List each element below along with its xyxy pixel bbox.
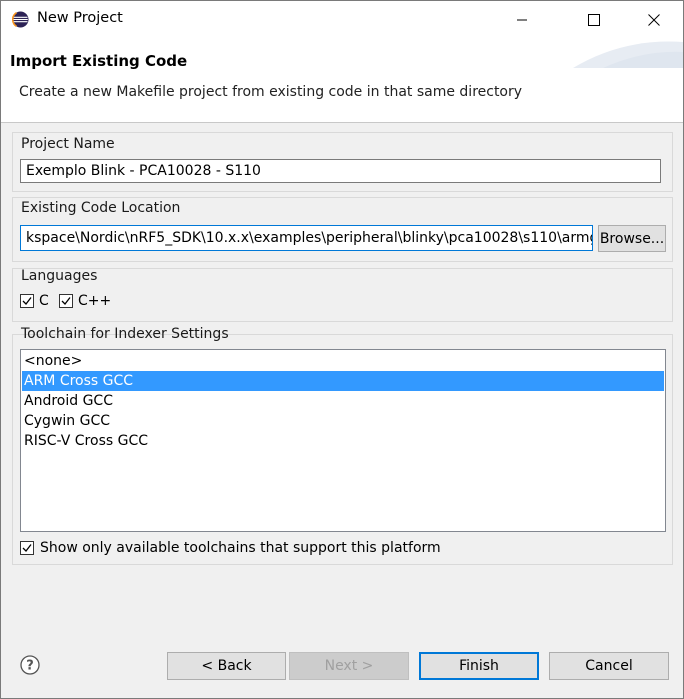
page-title: Import Existing Code bbox=[10, 52, 188, 70]
svg-text:?: ? bbox=[26, 659, 34, 674]
project-name-label: Project Name bbox=[21, 136, 115, 152]
code-location-input[interactable]: kspace\Nordic\nRF5_SDK\10.x.x\examples\p… bbox=[20, 225, 593, 251]
close-icon bbox=[648, 13, 660, 26]
cancel-button[interactable]: Cancel bbox=[549, 652, 669, 680]
checkmark-icon bbox=[61, 297, 71, 305]
language-c-checkbox[interactable] bbox=[20, 294, 34, 308]
minimize-icon bbox=[517, 19, 527, 20]
maximize-button[interactable] bbox=[571, 1, 617, 38]
header-decoration bbox=[573, 41, 683, 68]
close-button[interactable] bbox=[631, 1, 677, 38]
checkmark-icon bbox=[22, 544, 32, 552]
toolchain-item-riscv-cross-gcc[interactable]: RISC-V Cross GCC bbox=[22, 431, 664, 451]
help-icon[interactable]: ? bbox=[20, 655, 40, 675]
back-button[interactable]: < Back bbox=[167, 652, 286, 680]
language-c-label: C bbox=[39, 293, 49, 309]
toolchain-item-android-gcc[interactable]: Android GCC bbox=[22, 391, 664, 411]
toolchain-label: Toolchain for Indexer Settings bbox=[21, 326, 229, 342]
language-cpp-checkbox[interactable] bbox=[59, 294, 73, 308]
title-bar[interactable]: New Project bbox=[1, 1, 683, 38]
next-button[interactable]: Next > bbox=[289, 652, 409, 680]
finish-button[interactable]: Finish bbox=[419, 652, 539, 680]
maximize-icon bbox=[588, 13, 600, 26]
project-name-input[interactable]: Exemplo Blink - PCA10028 - S110 bbox=[20, 159, 661, 183]
new-project-dialog: New Project Import Existing Code Create … bbox=[0, 0, 684, 699]
languages-label: Languages bbox=[21, 268, 98, 284]
toolchain-item-none[interactable]: <none> bbox=[22, 351, 664, 371]
toolchain-filter-label: Show only available toolchains that supp… bbox=[40, 540, 441, 556]
wizard-header: Import Existing Code Create a new Makefi… bbox=[1, 38, 683, 123]
toolchain-list[interactable]: <none> ARM Cross GCC Android GCC Cygwin … bbox=[20, 349, 666, 532]
minimize-button[interactable] bbox=[499, 1, 545, 38]
toolchain-item-cygwin-gcc[interactable]: Cygwin GCC bbox=[22, 411, 664, 431]
window-title: New Project bbox=[37, 10, 123, 26]
eclipse-icon bbox=[12, 11, 29, 28]
toolchain-filter-checkbox[interactable] bbox=[20, 541, 34, 555]
page-description: Create a new Makefile project from exist… bbox=[19, 84, 523, 100]
language-cpp-label: C++ bbox=[78, 293, 112, 309]
toolchain-item-arm-cross-gcc[interactable]: ARM Cross GCC bbox=[22, 371, 664, 391]
browse-button[interactable]: Browse... bbox=[598, 225, 666, 252]
checkmark-icon bbox=[22, 297, 32, 305]
code-location-label: Existing Code Location bbox=[21, 200, 181, 216]
